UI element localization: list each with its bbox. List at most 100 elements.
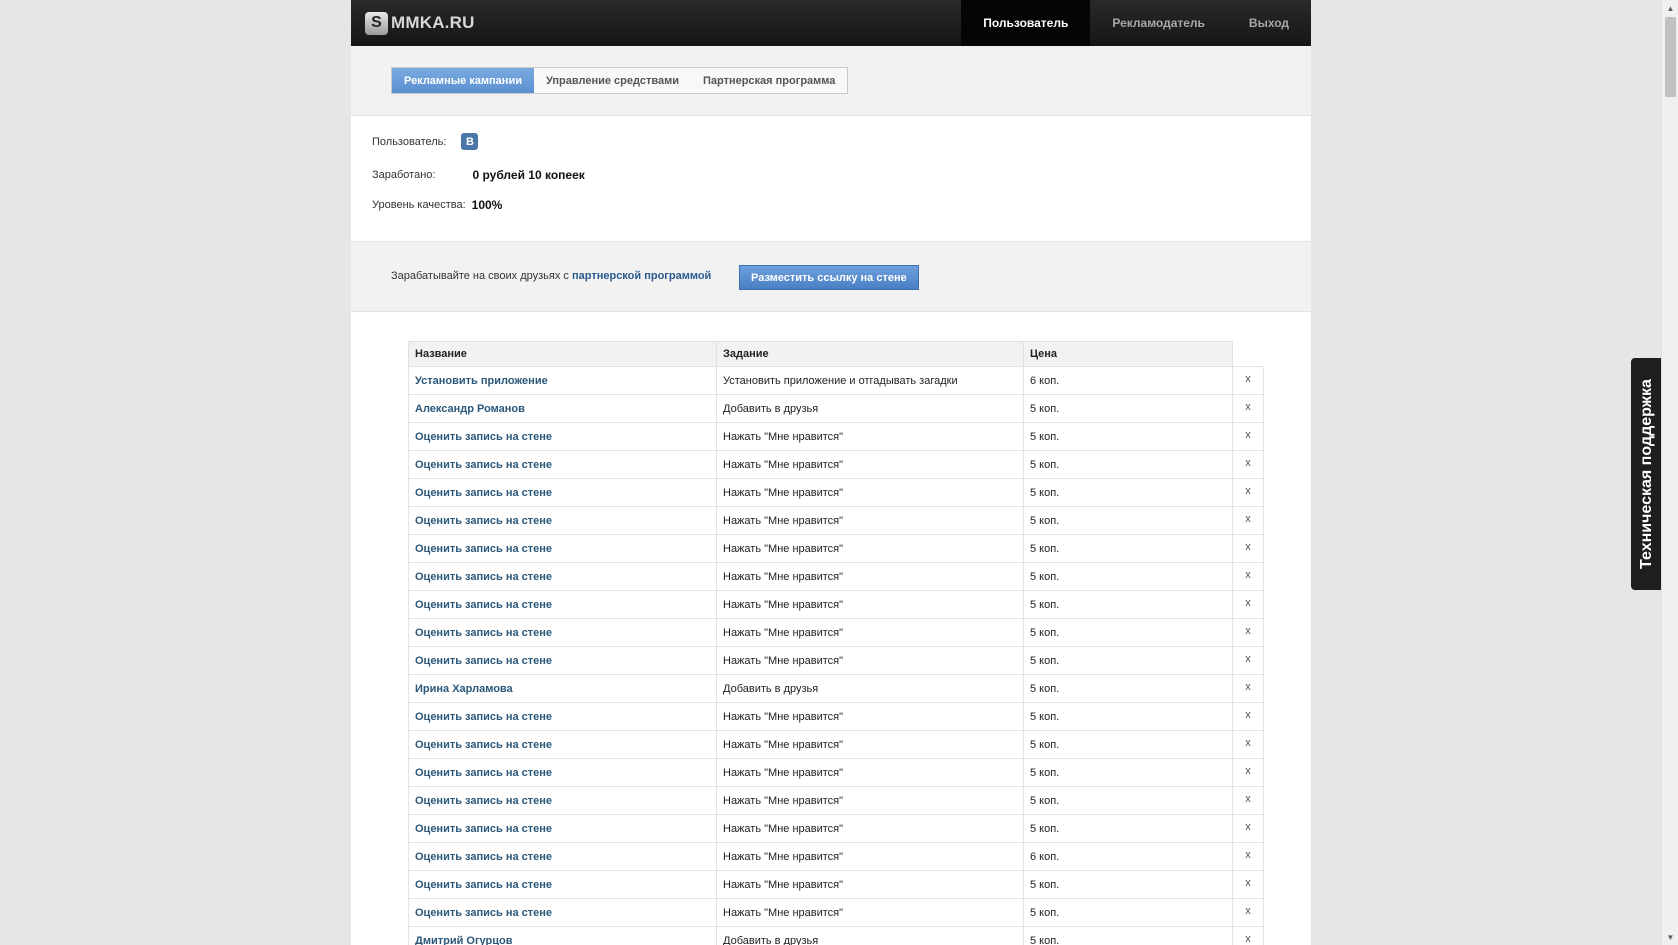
task-name-link[interactable]: Оценить запись на стене bbox=[408, 730, 717, 759]
remove-task-button[interactable]: x bbox=[1232, 646, 1264, 675]
post-link-on-wall-button[interactable]: Разместить ссылку на стене bbox=[739, 265, 919, 290]
task-name-link[interactable]: Оценить запись на стене bbox=[408, 562, 717, 591]
tasks-table-wrap: Название Задание Цена Установить приложе… bbox=[408, 341, 1264, 945]
quality-row: Уровень качества: 100% bbox=[372, 198, 502, 212]
tab-funds-management[interactable]: Управление средствами bbox=[534, 68, 691, 93]
scroll-thumb[interactable] bbox=[1665, 17, 1676, 97]
task-price: 5 коп. bbox=[1023, 422, 1233, 451]
task-name-link[interactable]: Оценить запись на стене bbox=[408, 618, 717, 647]
task-price: 5 коп. bbox=[1023, 926, 1233, 945]
task-name-link[interactable]: Установить приложение bbox=[408, 366, 717, 395]
task-price: 5 коп. bbox=[1023, 478, 1233, 507]
remove-task-button[interactable]: x bbox=[1232, 422, 1264, 451]
task-name-link[interactable]: Дмитрий Огурцов bbox=[408, 926, 717, 945]
col-header-price: Цена bbox=[1023, 341, 1233, 367]
nav-user[interactable]: Пользователь bbox=[961, 0, 1091, 46]
top-nav: Пользователь Рекламодатель Выход bbox=[961, 0, 1311, 46]
task-name-link[interactable]: Оценить запись на стене bbox=[408, 842, 717, 871]
earned-label: Заработано: bbox=[372, 169, 436, 181]
earned-row: Заработано: 0 рублей 10 копеек bbox=[372, 168, 585, 182]
remove-task-button[interactable]: x bbox=[1232, 702, 1264, 731]
task-price: 5 коп. bbox=[1023, 814, 1233, 843]
table-row: Оценить запись на стене Нажать "Мне нрави… bbox=[408, 702, 1264, 731]
task-description: Нажать "Мне нравится" bbox=[716, 702, 1024, 731]
section-tabs: Рекламные кампании Управление средствами… bbox=[391, 67, 849, 94]
tab-ad-campaigns[interactable]: Рекламные кампании bbox=[392, 68, 534, 93]
table-row: Дмитрий Огурцов Добавить в друзья 5 коп. x bbox=[408, 926, 1264, 945]
remove-task-button[interactable]: x bbox=[1232, 590, 1264, 619]
task-price: 5 коп. bbox=[1023, 450, 1233, 479]
remove-task-button[interactable]: x bbox=[1232, 534, 1264, 563]
remove-task-button[interactable]: x bbox=[1232, 926, 1264, 945]
table-row: Оценить запись на стене Нажать "Мне нрави… bbox=[408, 898, 1264, 927]
task-name-link[interactable]: Оценить запись на стене bbox=[408, 786, 717, 815]
table-row: Оценить запись на стене Нажать "Мне нрави… bbox=[408, 534, 1264, 563]
task-price: 5 коп. bbox=[1023, 674, 1233, 703]
task-description: Нажать "Мне нравится" bbox=[716, 478, 1024, 507]
task-name-link[interactable]: Александр Романов bbox=[408, 394, 717, 423]
table-row: Оценить запись на стене Нажать "Мне нрави… bbox=[408, 590, 1264, 619]
task-price: 5 коп. bbox=[1023, 590, 1233, 619]
task-description: Нажать "Мне нравится" bbox=[716, 730, 1024, 759]
nav-advertiser[interactable]: Рекламодатель bbox=[1090, 0, 1227, 46]
tab-partner-program[interactable]: Партнерская программа bbox=[691, 68, 847, 93]
task-name-link[interactable]: Оценить запись на стене bbox=[408, 898, 717, 927]
site-logo[interactable]: S MMKA.RU bbox=[365, 11, 475, 35]
table-row: Оценить запись на стене Нажать "Мне нрави… bbox=[408, 506, 1264, 535]
task-name-link[interactable]: Оценить запись на стене bbox=[408, 646, 717, 675]
table-row: Оценить запись на стене Нажать "Мне нрави… bbox=[408, 562, 1264, 591]
scroll-down-arrow-icon[interactable]: ▼ bbox=[1662, 929, 1678, 945]
remove-task-button[interactable]: x bbox=[1232, 618, 1264, 647]
col-header-task: Задание bbox=[716, 341, 1024, 367]
task-description: Нажать "Мне нравится" bbox=[716, 422, 1024, 451]
remove-task-button[interactable]: x bbox=[1232, 814, 1264, 843]
remove-task-button[interactable]: x bbox=[1232, 758, 1264, 787]
task-price: 5 коп. bbox=[1023, 562, 1233, 591]
table-row: Оценить запись на стене Нажать "Мне нрави… bbox=[408, 618, 1264, 647]
task-price: 5 коп. bbox=[1023, 786, 1233, 815]
remove-task-button[interactable]: x bbox=[1232, 898, 1264, 927]
task-name-link[interactable]: Оценить запись на стене bbox=[408, 702, 717, 731]
task-name-link[interactable]: Оценить запись на стене bbox=[408, 534, 717, 563]
task-name-link[interactable]: Оценить запись на стене bbox=[408, 590, 717, 619]
task-description: Нажать "Мне нравится" bbox=[716, 870, 1024, 899]
remove-task-button[interactable]: x bbox=[1232, 394, 1264, 423]
task-name-link[interactable]: Оценить запись на стене bbox=[408, 478, 717, 507]
task-price: 5 коп. bbox=[1023, 870, 1233, 899]
table-row: Александр Романов Добавить в друзья 5 коп.… bbox=[408, 394, 1264, 423]
task-name-link[interactable]: Оценить запись на стене bbox=[408, 450, 717, 479]
logo-badge-icon: S bbox=[365, 11, 388, 35]
remove-task-button[interactable]: x bbox=[1232, 786, 1264, 815]
remove-task-button[interactable]: x bbox=[1232, 730, 1264, 759]
table-row: Оценить запись на стене Нажать "Мне нрави… bbox=[408, 730, 1264, 759]
vk-icon[interactable]: B bbox=[461, 133, 479, 150]
task-name-link[interactable]: Оценить запись на стене bbox=[408, 870, 717, 899]
nav-logout[interactable]: Выход bbox=[1227, 0, 1311, 46]
task-name-link[interactable]: Оценить запись на стене bbox=[408, 506, 717, 535]
table-row: Установить приложение Установить приложен… bbox=[408, 366, 1264, 395]
task-description: Нажать "Мне нравится" bbox=[716, 814, 1024, 843]
task-description: Нажать "Мне нравится" bbox=[716, 562, 1024, 591]
tech-support-tab[interactable]: Техническая поддержка bbox=[1631, 358, 1663, 590]
scroll-up-arrow-icon[interactable]: ▲ bbox=[1662, 0, 1678, 16]
remove-task-button[interactable]: x bbox=[1232, 870, 1264, 899]
task-name-link[interactable]: Ирина Харламова bbox=[408, 674, 717, 703]
remove-task-button[interactable]: x bbox=[1232, 562, 1264, 591]
task-name-link[interactable]: Оценить запись на стене bbox=[408, 814, 717, 843]
remove-task-button[interactable]: x bbox=[1232, 366, 1264, 395]
remove-task-button[interactable]: x bbox=[1232, 506, 1264, 535]
partner-program-link[interactable]: партнерской программой bbox=[572, 270, 711, 282]
remove-task-button[interactable]: x bbox=[1232, 478, 1264, 507]
partner-band: Зарабатывайте на своих друзьях с партнер… bbox=[351, 242, 1311, 312]
remove-task-button[interactable]: x bbox=[1232, 450, 1264, 479]
partner-text-prefix: Зарабатывайте на своих друзьях с bbox=[391, 270, 572, 282]
remove-task-button[interactable]: x bbox=[1232, 674, 1264, 703]
remove-task-button[interactable]: x bbox=[1232, 842, 1264, 871]
logo-text: MMKA.RU bbox=[391, 13, 475, 32]
task-name-link[interactable]: Оценить запись на стене bbox=[408, 422, 717, 451]
task-description: Добавить в друзья bbox=[716, 674, 1024, 703]
scrollbar[interactable]: ▲ ▼ bbox=[1661, 0, 1678, 945]
task-name-link[interactable]: Оценить запись на стене bbox=[408, 758, 717, 787]
page: S MMKA.RU Пользователь Рекламодатель Вых… bbox=[351, 0, 1311, 945]
task-description: Нажать "Мне нравится" bbox=[716, 758, 1024, 787]
